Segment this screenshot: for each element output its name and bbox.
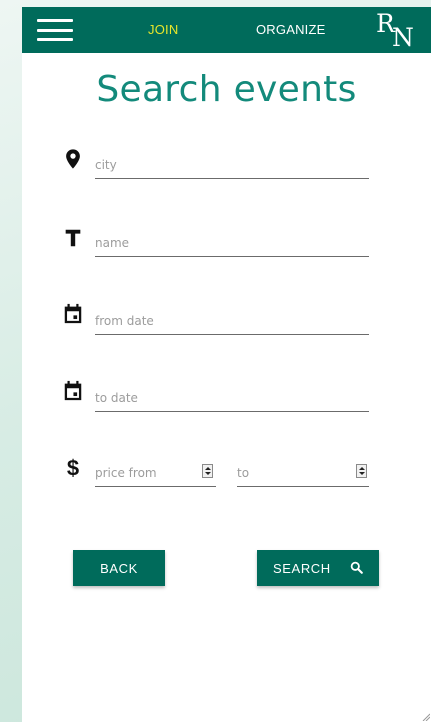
name-input[interactable] [95,230,369,257]
price-to-input[interactable] [237,460,369,487]
price-from-input[interactable] [95,460,216,487]
to-date-row [22,380,431,420]
resize-grip-icon[interactable] [422,713,430,721]
nav-join-link[interactable]: JOIN [148,22,178,37]
search-button-label: SEARCH [273,560,331,576]
text-t-icon [65,229,81,247]
search-button[interactable]: SEARCH [257,550,379,586]
page-title: Search events [96,69,357,110]
city-input[interactable] [95,152,369,179]
from-date-row [22,303,431,343]
from-date-input[interactable] [95,308,369,335]
city-row [22,148,431,188]
logo[interactable]: R N [376,9,416,52]
name-row [22,226,431,266]
svg-text:$: $ [67,456,79,478]
price-to-stepper[interactable] [356,464,367,478]
back-button[interactable]: BACK [73,550,165,586]
price-from-stepper[interactable] [202,464,213,478]
price-row: $ [22,455,431,495]
hamburger-menu-icon[interactable] [37,19,73,41]
location-pin-icon [66,149,80,169]
app-page: JOIN ORGANIZE R N Search events city nam… [22,7,431,722]
calendar-icon[interactable] [62,303,84,325]
back-button-label: BACK [100,560,138,576]
search-icon [350,561,363,574]
to-date-input[interactable] [95,385,369,412]
logo-letter-bottom: N [392,23,414,52]
top-navbar: JOIN ORGANIZE R N [22,7,431,53]
calendar-icon[interactable] [62,380,84,402]
dollar-icon: $ [67,456,79,478]
nav-organize-link[interactable]: ORGANIZE [256,22,326,37]
